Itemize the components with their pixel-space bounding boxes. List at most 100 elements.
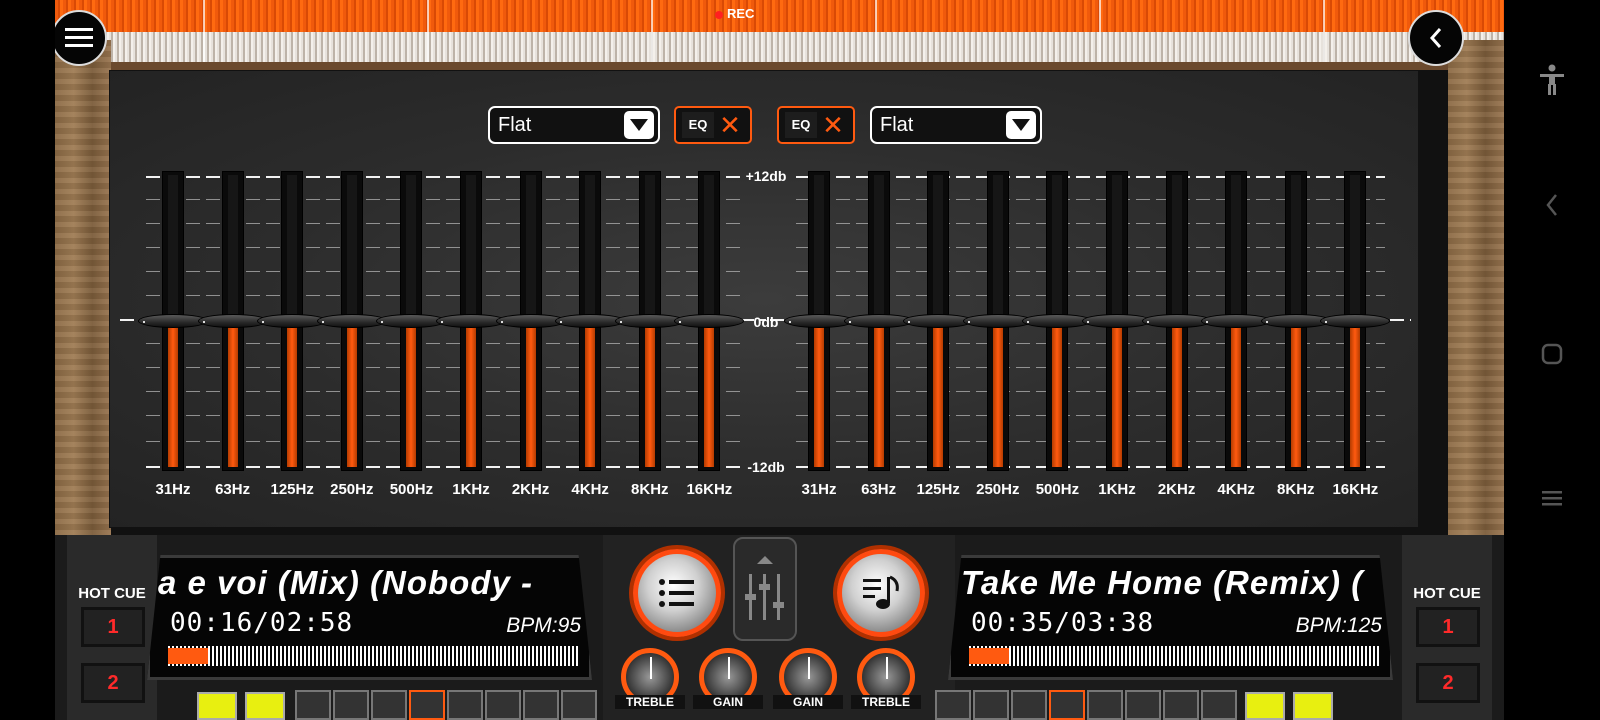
nav-home-button[interactable] bbox=[1532, 336, 1572, 376]
left-eq-slider[interactable] bbox=[197, 171, 268, 471]
close-icon: ✕ bbox=[822, 110, 844, 140]
slider-fill bbox=[644, 327, 655, 467]
beat-pad[interactable] bbox=[371, 690, 407, 720]
left-eq-slider[interactable] bbox=[316, 171, 387, 471]
eq-toggle-right[interactable]: EQ ✕ bbox=[777, 106, 855, 144]
playlist-icon bbox=[659, 579, 694, 607]
mixer-center: TREBLE GAIN GAIN TREBLE bbox=[603, 535, 955, 720]
track-waveform[interactable] bbox=[969, 646, 1379, 666]
nav-recents-button[interactable] bbox=[1532, 480, 1572, 520]
beat-pad[interactable] bbox=[1163, 690, 1199, 720]
slider-knob[interactable] bbox=[1320, 314, 1391, 328]
knob-label: GAIN bbox=[773, 695, 843, 709]
left-eq-slider[interactable] bbox=[376, 171, 447, 471]
left-eq-slider[interactable] bbox=[614, 171, 685, 471]
deck-display-left[interactable]: a e voi (Mix) (Nobody - 00:16/02:58 BPM:… bbox=[147, 555, 592, 680]
right-eq-slider[interactable] bbox=[1260, 171, 1331, 471]
beat-pad[interactable] bbox=[523, 690, 559, 720]
eq-preset-select-left[interactable]: Flat bbox=[488, 106, 660, 144]
slider-groove bbox=[406, 175, 417, 321]
slider-fill bbox=[814, 327, 824, 467]
playlist-button[interactable] bbox=[633, 549, 721, 637]
beat-pad[interactable] bbox=[1087, 690, 1123, 720]
eq-preset-select-right[interactable]: Flat bbox=[870, 106, 1042, 144]
back-button[interactable] bbox=[1408, 10, 1464, 66]
slider-knob[interactable] bbox=[674, 314, 745, 328]
right-eq-slider[interactable] bbox=[1141, 171, 1212, 471]
close-icon: ✕ bbox=[719, 110, 741, 140]
beat-pad[interactable] bbox=[1201, 690, 1237, 720]
slider-groove bbox=[1231, 175, 1242, 321]
slider-fill bbox=[992, 327, 1003, 467]
left-eq-slider[interactable] bbox=[436, 171, 506, 471]
knob-label: TREBLE bbox=[851, 695, 921, 709]
beat-marker bbox=[427, 0, 429, 62]
slider-groove bbox=[1290, 175, 1301, 321]
slider-fill bbox=[525, 327, 536, 467]
db-label-min: -12db bbox=[747, 459, 785, 475]
beat-pad[interactable] bbox=[409, 690, 445, 720]
slider-groove bbox=[585, 175, 596, 321]
track-title: a e voi (Mix) (Nobody - bbox=[158, 564, 534, 601]
slider-groove bbox=[466, 175, 476, 321]
slider-groove bbox=[1112, 175, 1122, 321]
hot-cue-button-1[interactable]: 1 bbox=[81, 607, 145, 647]
eq-toggle-left[interactable]: EQ ✕ bbox=[674, 106, 752, 144]
beat-pad[interactable] bbox=[1049, 690, 1085, 720]
right-eq-slider[interactable] bbox=[843, 171, 914, 471]
eq-preset-value-right: Flat bbox=[880, 114, 914, 136]
right-eq-slider[interactable] bbox=[1201, 171, 1272, 471]
waveform-position bbox=[168, 648, 208, 664]
knob-label: GAIN bbox=[693, 695, 763, 709]
beat-pad[interactable] bbox=[485, 690, 521, 720]
nav-back-button[interactable] bbox=[1532, 188, 1572, 228]
right-eq-slider[interactable] bbox=[1022, 171, 1093, 471]
beat-pad[interactable] bbox=[447, 690, 483, 720]
back-icon bbox=[1429, 28, 1442, 48]
hot-cue-button-2[interactable]: 2 bbox=[81, 663, 145, 703]
right-eq-slider[interactable] bbox=[1320, 171, 1391, 471]
loop-pad[interactable] bbox=[1293, 692, 1333, 720]
menu-icon bbox=[65, 28, 93, 47]
hot-cue-button-1[interactable]: 1 bbox=[1416, 607, 1480, 647]
song-library-button[interactable] bbox=[837, 549, 925, 637]
beat-pad[interactable] bbox=[333, 690, 369, 720]
right-eq-slider[interactable] bbox=[1082, 171, 1152, 471]
deck-display-right[interactable]: Take Me Home (Remix) ( 00:35/03:38 BPM:1… bbox=[948, 555, 1393, 680]
right-eq-slider[interactable] bbox=[903, 171, 974, 471]
slider-groove bbox=[287, 175, 298, 321]
loop-pad[interactable] bbox=[245, 692, 285, 720]
beat-pad[interactable] bbox=[561, 690, 597, 720]
rec-indicator[interactable]: REC bbox=[715, 6, 754, 21]
slider-groove bbox=[1350, 175, 1361, 321]
dropdown-arrow-icon bbox=[624, 111, 654, 139]
left-eq-slider[interactable] bbox=[495, 171, 566, 471]
slider-groove bbox=[814, 175, 824, 321]
right-eq-slider[interactable] bbox=[784, 171, 854, 471]
overview-waveform[interactable]: REC bbox=[55, 0, 1504, 70]
left-eq-slider[interactable] bbox=[257, 171, 328, 471]
beat-pad[interactable] bbox=[295, 690, 331, 720]
track-waveform[interactable] bbox=[168, 646, 578, 666]
accessibility-button[interactable] bbox=[1532, 64, 1572, 104]
beat-pad[interactable] bbox=[935, 690, 971, 720]
slider-fill bbox=[1171, 327, 1182, 467]
right-eq-slider[interactable] bbox=[962, 171, 1033, 471]
slider-fill bbox=[1290, 327, 1301, 467]
loop-pad[interactable] bbox=[197, 692, 237, 720]
slider-fill bbox=[1231, 327, 1242, 467]
left-eq-slider[interactable] bbox=[674, 171, 745, 471]
left-eq-slider[interactable] bbox=[555, 171, 626, 471]
beat-pad[interactable] bbox=[1125, 690, 1161, 720]
left-eq-slider[interactable] bbox=[138, 171, 208, 471]
hot-cue-button-2[interactable]: 2 bbox=[1416, 663, 1480, 703]
screen-root: REC Flat EQ ✕ EQ ✕ Flat +12db 0db -12db … bbox=[0, 0, 1600, 720]
slider-groove bbox=[1052, 175, 1063, 321]
loop-pad[interactable] bbox=[1245, 692, 1285, 720]
slider-groove bbox=[346, 175, 357, 321]
beat-pad[interactable] bbox=[973, 690, 1009, 720]
beat-pad[interactable] bbox=[1011, 690, 1047, 720]
slider-fill bbox=[466, 327, 476, 467]
mixer-button[interactable] bbox=[733, 537, 797, 641]
slider-groove bbox=[227, 175, 238, 321]
